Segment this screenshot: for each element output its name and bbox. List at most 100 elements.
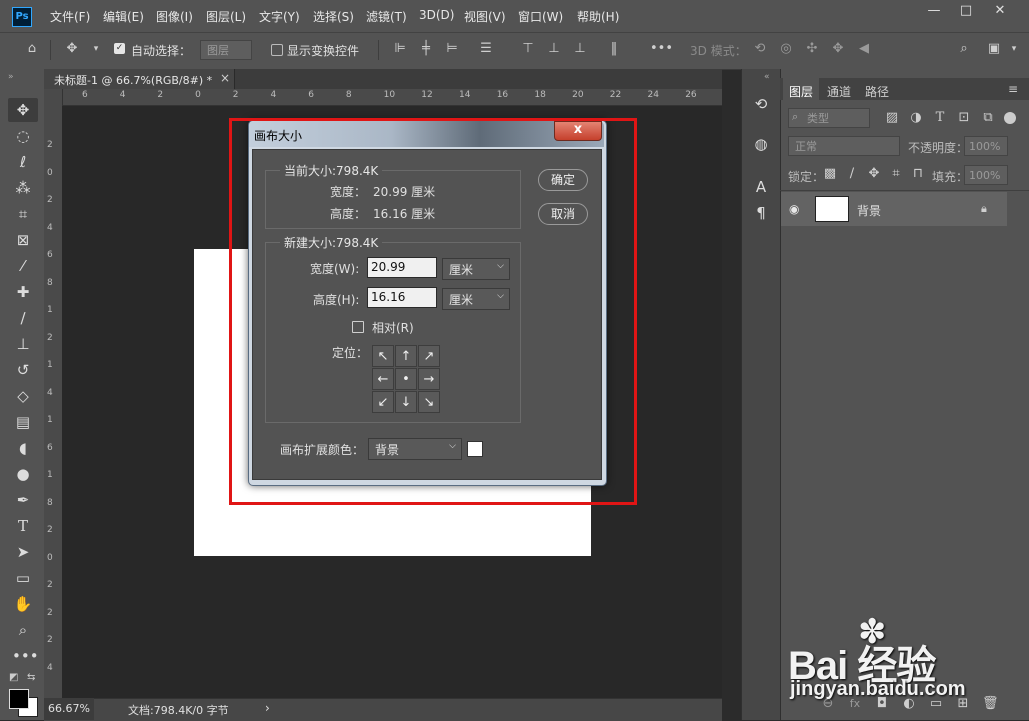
paragraph-panel-icon[interactable]: ¶: [750, 202, 772, 224]
marquee-tool-icon[interactable]: ◌: [12, 125, 34, 147]
search-icon: ⌕: [792, 110, 799, 123]
ruler-tick-label: 4: [119, 90, 126, 100]
blur-tool-icon[interactable]: ◖: [12, 437, 34, 459]
lock-transparency-icon[interactable]: ▩: [822, 166, 838, 182]
align-bottom-icon[interactable]: ⊥: [572, 41, 588, 57]
zoom-level[interactable]: 66.67%: [48, 702, 90, 715]
history-brush-tool-icon[interactable]: ↺: [12, 359, 34, 381]
minimize-button[interactable]: —: [918, 0, 950, 24]
type-tool-icon[interactable]: T: [12, 515, 34, 537]
menu-help[interactable]: 帮助(H): [577, 8, 619, 25]
crop-tool-icon[interactable]: ⌗: [12, 203, 34, 225]
tab-layers[interactable]: 图层: [789, 83, 813, 100]
menu-edit[interactable]: 编辑(E): [103, 8, 144, 25]
3d-panel-icon[interactable]: ◍: [750, 133, 772, 155]
move-tool-icon[interactable]: ✥: [64, 41, 80, 57]
menu-image[interactable]: 图像(I): [156, 8, 193, 25]
3d-camera-icon[interactable]: ◀: [856, 41, 872, 57]
menu-layer[interactable]: 图层(L): [206, 8, 246, 25]
filter-type-icon[interactable]: T: [932, 110, 948, 126]
character-panel-icon[interactable]: A: [750, 176, 772, 198]
filter-toggle[interactable]: [1004, 112, 1016, 124]
eyedropper-tool-icon[interactable]: ⁄: [12, 255, 34, 277]
divider: [780, 190, 1029, 191]
workspace-icon[interactable]: ▣: [986, 41, 1002, 57]
lasso-tool-icon[interactable]: ℓ: [12, 151, 34, 173]
distribute-icon[interactable]: ☰: [478, 41, 494, 57]
fill-input[interactable]: 100%: [964, 165, 1008, 185]
layer-kind-filter[interactable]: 类型: [788, 108, 870, 128]
pen-tool-icon[interactable]: ✒: [12, 489, 34, 511]
filter-pixel-icon[interactable]: ▨: [884, 110, 900, 126]
3d-orbit-icon[interactable]: ⟲: [752, 41, 768, 57]
healing-brush-tool-icon[interactable]: ✚: [12, 281, 34, 303]
foreground-color-swatch[interactable]: [9, 689, 29, 709]
home-icon[interactable]: ⌂: [24, 41, 40, 57]
search-icon[interactable]: ⌕: [956, 41, 972, 57]
menu-view[interactable]: 视图(V): [464, 8, 506, 25]
lock-pixels-icon[interactable]: ∕: [844, 166, 860, 182]
close-window-button[interactable]: ✕: [984, 0, 1016, 24]
lock-position-icon[interactable]: ✥: [866, 166, 882, 182]
opacity-input[interactable]: 100%: [964, 136, 1008, 156]
auto-select-target-select[interactable]: 图层: [200, 40, 252, 60]
swap-colors-icon[interactable]: ⇆: [27, 672, 35, 683]
tab-channels[interactable]: 通道: [827, 83, 851, 100]
align-left-icon[interactable]: ⊫: [392, 41, 408, 57]
clone-stamp-tool-icon[interactable]: ⊥: [12, 333, 34, 355]
eraser-tool-icon[interactable]: ◇: [12, 385, 34, 407]
menu-3d[interactable]: 3D(D): [419, 8, 454, 22]
ruler-tick-label: 18: [534, 90, 546, 100]
panel-menu-icon[interactable]: ≡: [1008, 82, 1018, 96]
show-transform-checkbox[interactable]: [271, 44, 283, 56]
path-selection-tool-icon[interactable]: ➤: [12, 541, 34, 563]
status-menu-arrow[interactable]: ›: [265, 701, 270, 715]
align-top-icon[interactable]: ⊤: [520, 41, 536, 57]
collapsed-panel-dock: [741, 69, 780, 720]
history-panel-icon[interactable]: ⟲: [750, 93, 772, 115]
edit-toolbar-icon[interactable]: •••: [12, 645, 39, 667]
tab-paths[interactable]: 路径: [865, 83, 889, 100]
auto-select-checkbox[interactable]: ✓: [114, 43, 125, 54]
document-info: 文档:798.4K/0 字节: [128, 704, 229, 717]
3d-mode-label: 3D 模式：: [690, 44, 747, 58]
more-options-icon[interactable]: •••: [650, 41, 673, 57]
move-tool-icon[interactable]: ✥: [12, 99, 34, 121]
menu-select[interactable]: 选择(S): [313, 8, 354, 25]
blend-mode-select[interactable]: 正常: [788, 136, 900, 156]
delete-layer-icon[interactable]: 🗑︎: [982, 696, 999, 712]
filter-smart-object-icon[interactable]: ⧉: [980, 110, 996, 126]
default-colors-icon[interactable]: ◩: [9, 672, 18, 683]
brush-tool-icon[interactable]: ∕: [12, 307, 34, 329]
gradient-tool-icon[interactable]: ▤: [12, 411, 34, 433]
dodge-tool-icon[interactable]: ●: [12, 463, 34, 485]
align-right-icon[interactable]: ⊨: [444, 41, 460, 57]
menu-file[interactable]: 文件(F): [50, 8, 90, 25]
chevron-down-icon[interactable]: ▾: [1006, 41, 1022, 57]
align-hcenter-icon[interactable]: ╪: [418, 41, 434, 57]
frame-tool-icon[interactable]: ⊠: [12, 229, 34, 251]
rectangle-tool-icon[interactable]: ▭: [12, 567, 34, 589]
lock-all-icon[interactable]: ⊓: [910, 166, 926, 182]
lock-artboard-icon[interactable]: ⌗: [888, 166, 904, 182]
3d-slide-icon[interactable]: ✥: [830, 41, 846, 57]
menu-window[interactable]: 窗口(W): [518, 8, 563, 25]
visibility-eye-icon[interactable]: ◉: [789, 202, 799, 216]
zoom-tool-icon[interactable]: ⌕: [12, 619, 34, 641]
maximize-button[interactable]: □: [950, 0, 982, 24]
3d-roll-icon[interactable]: ◎: [778, 41, 794, 57]
menu-filter[interactable]: 滤镜(T): [366, 8, 407, 25]
close-tab-icon[interactable]: ×: [220, 71, 230, 85]
3d-pan-icon[interactable]: ✣: [804, 41, 820, 57]
distribute-vertical-icon[interactable]: ‖: [606, 41, 622, 57]
menu-type[interactable]: 文字(Y): [259, 8, 300, 25]
filter-shape-icon[interactable]: ⊡: [956, 110, 972, 126]
collapse-dock-icon[interactable]: «: [764, 72, 770, 82]
hand-tool-icon[interactable]: ✋: [12, 593, 34, 615]
chevron-down-icon[interactable]: ▾: [88, 41, 104, 57]
align-vcenter-icon[interactable]: ⊥: [546, 41, 562, 57]
magic-wand-tool-icon[interactable]: ⁂: [12, 177, 34, 199]
collapse-toolbar-icon[interactable]: »: [8, 72, 14, 82]
filter-adjustment-icon[interactable]: ◑: [908, 110, 924, 126]
document-tab[interactable]: 未标题-1 @ 66.7%(RGB/8#) * ×: [44, 69, 235, 89]
